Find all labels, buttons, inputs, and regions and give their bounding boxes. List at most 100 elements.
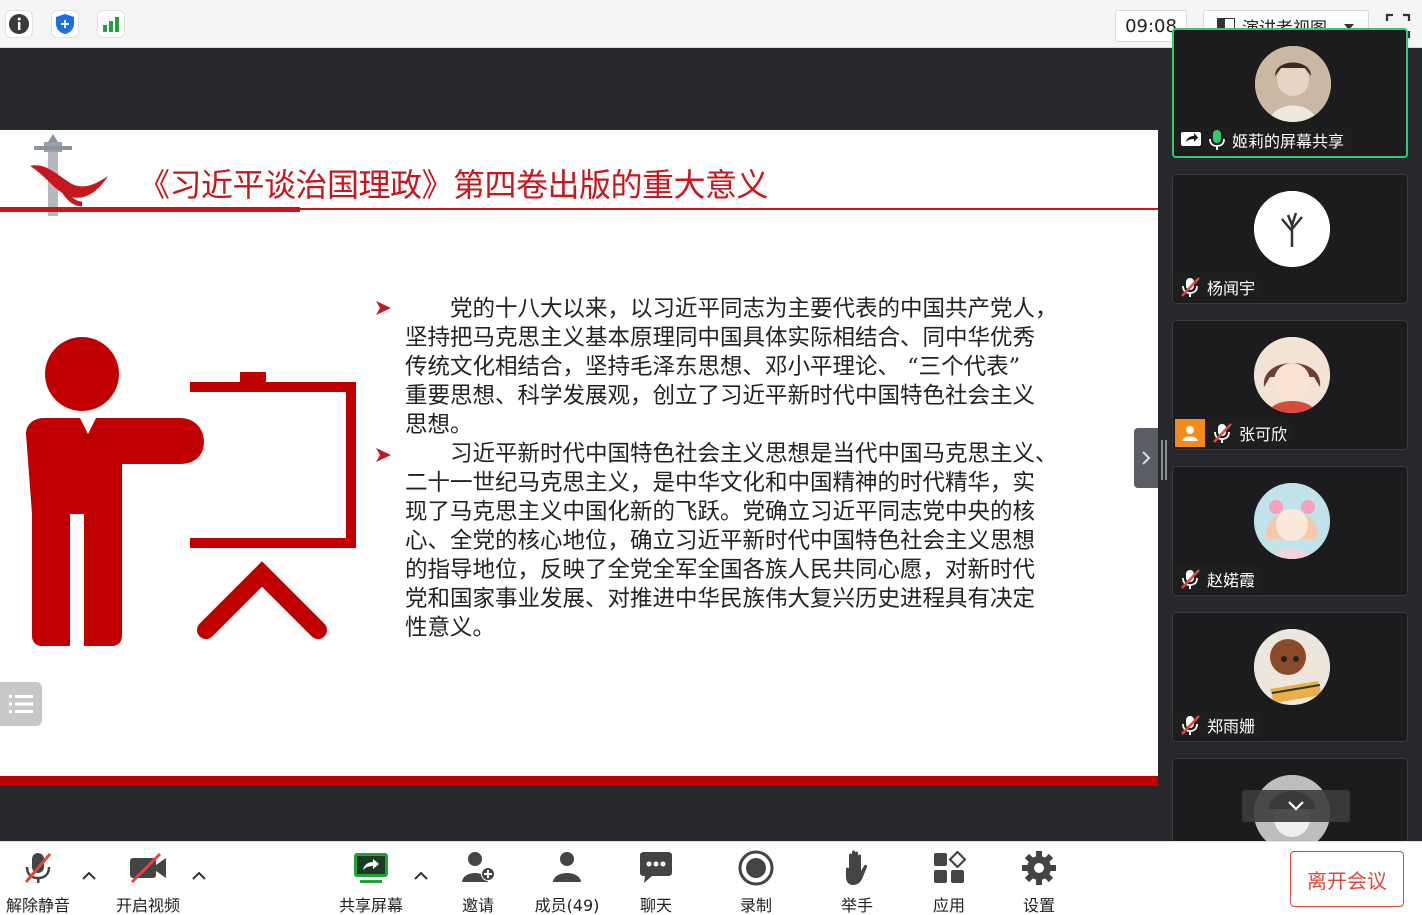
unmute-label: 解除静音 [5,896,70,915]
invite-button[interactable]: 邀请 [433,848,523,915]
members-button[interactable]: 成员(49) [522,848,612,915]
leave-meeting-button[interactable]: 离开会议 [1290,851,1404,907]
start-video-button[interactable]: 开启视频 [103,848,193,915]
participant-name: 姬莉的屏幕共享 [1232,132,1345,151]
participant-name-tag: 杨闻宇 [1175,273,1262,301]
shared-screen-area: 《习近平谈治国理政》第四卷出版的重大意义 党的十八大以来，以习近平同志为主要代表… [0,48,1160,841]
presenter-pictogram-icon [26,337,356,646]
chat-button[interactable]: 聊天 [611,848,701,915]
avatar [1254,337,1330,413]
slide-text-line: 思想。 [405,412,473,438]
meeting-toolbar: 解除静音 开启视频 共享屏幕 邀请 成员(49) 聊天 录制 举手 应用 设置 … [0,841,1422,915]
slide-text-line: 坚持把马克思主义基本原理同中国具体实际相结合、同中华优秀 [405,325,1036,351]
slide-text-line: 现了马克思主义中国化新的飞跃。党确立习近平同志党中央的核 [405,499,1036,525]
title-underline [300,208,1158,210]
chevron-right-icon [1142,451,1151,465]
security-button[interactable] [51,10,79,38]
participant-name-tag: 赵婼霞 [1175,565,1262,593]
record-button[interactable]: 录制 [711,848,801,915]
chat-label: 聊天 [639,896,672,915]
record-label: 录制 [739,896,772,915]
slide-text-line: 心、全党的核心地位，确立习近平新时代中国特色社会主义思想 [405,528,1036,554]
participant-tile[interactable]: 赵婼霞 [1172,466,1408,596]
participant-tile[interactable]: 郑雨姗 [1172,612,1408,742]
participant-name: 张可欣 [1239,425,1288,444]
slide-paragraph-2: 习近平新时代中国特色社会主义思想是当代中国马克思主义、 二十一世纪马克思主义，是… [405,440,1105,643]
unmute-button[interactable]: 解除静音 [0,848,83,915]
slide-text-line: 性意义。 [405,615,496,641]
huabiao-logo-icon [30,134,108,216]
share-screen-button[interactable]: 共享屏幕 [326,848,416,915]
slide-text-line: 二十一世纪马克思主义，是中华文化和中国精神的时代精华，实 [405,470,1036,496]
video-options-chevron[interactable] [191,870,207,882]
signal-bars-icon [103,17,119,32]
arrow-bullet-icon [376,301,391,315]
avatar [1255,46,1331,122]
avatar [1254,483,1330,559]
participant-name: 郑雨姗 [1207,717,1256,736]
slide-text-line: 重要思想、科学发展观，创立了习近平新时代中国特色社会主义 [405,383,1036,409]
info-icon [9,14,29,34]
meeting-info-button[interactable] [5,10,33,38]
participant-gallery: 姬莉的屏幕共享 杨闻宇 张可欣 赵婼霞 郑雨姗 [1170,28,1412,848]
gear-icon [1022,851,1056,885]
slide-text-line: 党的十八大以来，以习近平同志为主要代表的中国共产党人， [405,296,1058,322]
members-label: 成员(49) [534,896,600,915]
apps-button[interactable]: 应用 [904,848,994,915]
title-underline-accent [0,207,300,212]
invite-label: 邀请 [461,896,494,915]
apps-label: 应用 [932,896,965,915]
participant-name: 杨闻宇 [1207,279,1256,298]
slide-text-line: 习近平新时代中国特色社会主义思想是当代中国马克思主义、 [405,441,1058,467]
chevron-down-icon [1288,801,1304,811]
hand-icon [846,850,868,885]
slide-paragraph-1: 党的十八大以来，以习近平同志为主要代表的中国共产党人， 坚持把马克思主义基本原理… [405,295,1105,440]
share-screen-icon [354,853,388,883]
slide-text-line: 的指导地位，反映了全党全军全国各族人民共同心愿，对新时代 [405,557,1036,583]
user-icon [1182,426,1198,441]
slide-text-line: 党和国家事业发展、对推进中华民族伟大复兴历史进程具有决定 [405,586,1036,612]
microphone-active-icon [1209,130,1225,150]
meeting-window: 09:08 演讲者视图 《习近平谈治国理政》第四卷出版的重大意义 [0,0,1422,915]
presentation-slide: 《习近平谈治国理政》第四卷出版的重大意义 党的十八大以来，以习近平同志为主要代表… [0,130,1158,786]
network-status-button[interactable] [97,10,125,38]
add-user-icon [462,852,495,882]
participant-tile[interactable]: 张可欣 [1172,320,1408,450]
gallery-scroll-down-button[interactable] [1242,790,1350,822]
video-camera-off-icon [130,852,166,884]
avatar [1254,629,1330,705]
participant-name-tag: 张可欣 [1175,419,1294,447]
panel-resize-handle[interactable] [1160,440,1168,480]
slide-title: 《习近平谈治国理政》第四卷出版的重大意义 [138,166,769,204]
microphone-muted-icon [1181,715,1200,735]
arrow-bullet-icon [376,448,391,462]
start-video-label: 开启视频 [115,896,180,915]
participant-tile[interactable]: 杨闻宇 [1172,174,1408,304]
chat-icon [640,852,672,883]
raise-hand-button[interactable]: 举手 [812,848,902,915]
slide-text-line: 传统文化相结合，坚持毛泽东思想、邓小平理论、 “三个代表” [405,354,1021,380]
audio-options-chevron[interactable] [81,870,97,882]
microphone-muted-icon [1181,277,1200,297]
participant-tile[interactable]: 姬莉的屏幕共享 [1172,28,1408,158]
screen-share-icon [1181,132,1201,146]
collapse-gallery-button[interactable] [1134,428,1158,488]
slide-list-toggle-button[interactable] [0,682,42,726]
settings-label: 设置 [1022,896,1055,915]
microphone-muted-icon [1213,423,1232,443]
share-options-chevron[interactable] [413,870,429,882]
host-badge [1175,419,1205,447]
microphone-muted-icon [1181,569,1200,589]
participant-name-tag: 姬莉的屏幕共享 [1176,126,1351,154]
shield-icon [56,14,74,34]
share-screen-label: 共享屏幕 [338,896,403,915]
participant-name-tag: 郑雨姗 [1175,711,1262,739]
raise-hand-label: 举手 [840,896,873,915]
avatar [1254,191,1330,267]
list-icon [9,695,33,713]
slide-bottom-band [0,776,1158,786]
settings-button[interactable]: 设置 [994,848,1084,915]
apps-icon [934,851,966,883]
participant-name: 赵婼霞 [1207,571,1256,590]
record-icon [738,850,774,886]
